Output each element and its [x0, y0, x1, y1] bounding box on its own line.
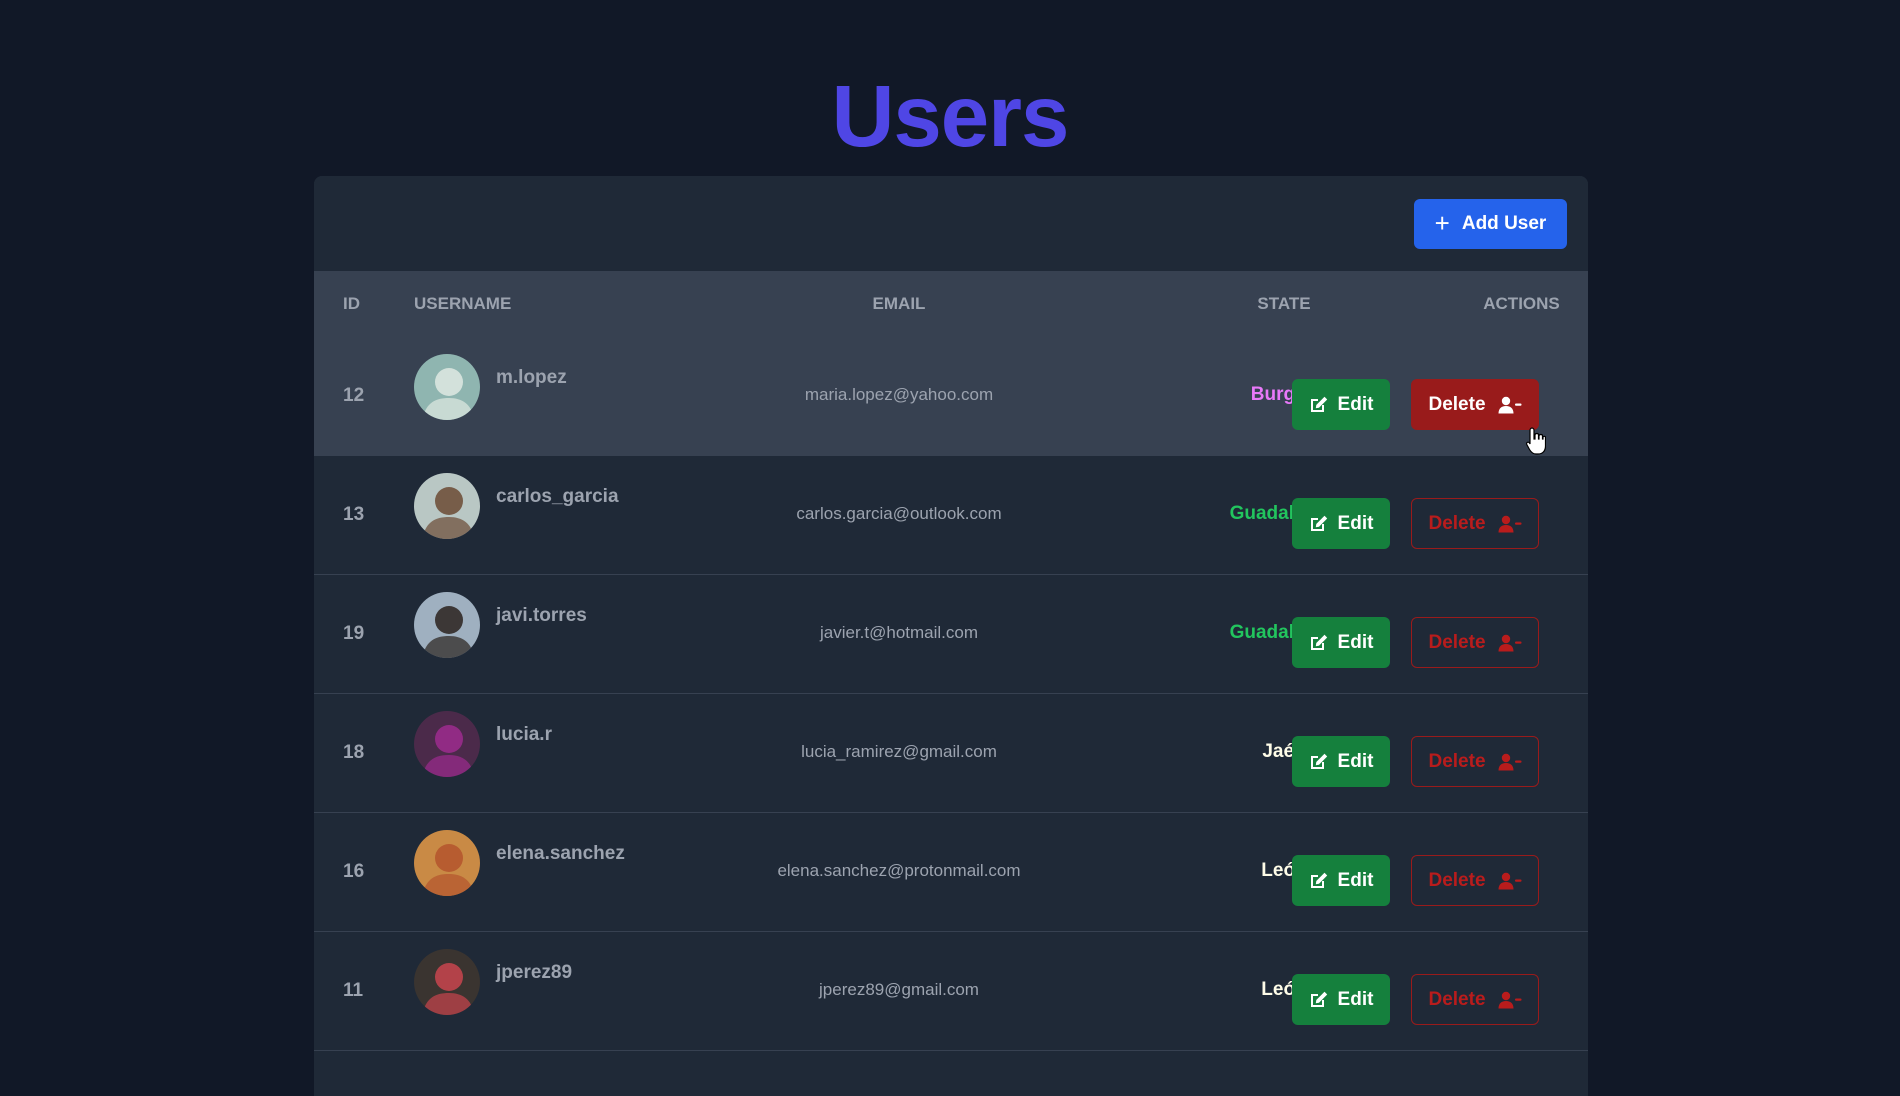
- add-user-button[interactable]: + Add User: [1414, 199, 1567, 249]
- avatar: [414, 711, 480, 777]
- table-row: 16 elena.sanchez elena.sanchez@protonmail.…: [314, 813, 1588, 932]
- edit-label: Edit: [1337, 393, 1374, 415]
- header-actions: ACTIONS: [1483, 294, 1560, 313]
- page-title: Users: [831, 68, 1070, 165]
- username: lucia.r: [496, 724, 552, 745]
- delete-button[interactable]: Delete: [1411, 855, 1539, 906]
- edit-icon: [1309, 991, 1328, 1008]
- edit-label: Edit: [1337, 988, 1374, 1010]
- user-id: 12: [343, 385, 365, 406]
- users-table-card: + Add User ID USERNAME EMAIL STATE ACTIO…: [314, 176, 1588, 1096]
- edit-icon: [1309, 872, 1328, 889]
- edit-button[interactable]: Edit: [1292, 498, 1390, 549]
- delete-label: Delete: [1428, 512, 1486, 534]
- header-username: USERNAME: [414, 294, 512, 313]
- edit-icon: [1309, 753, 1328, 770]
- username: jperez89: [496, 962, 573, 983]
- email: lucia_ramirez@gmail.com: [801, 742, 997, 761]
- edit-label: Edit: [1337, 631, 1374, 653]
- header-email: EMAIL: [872, 294, 926, 313]
- edit-label: Edit: [1337, 750, 1374, 772]
- table-body: 12 m.lopez maria.lopez@yahoo.com Burgos Edit…: [314, 337, 1588, 1051]
- delete-label: Delete: [1428, 988, 1486, 1010]
- table-toolbar: + Add User: [314, 176, 1588, 271]
- table-row: 18 lucia.r lucia_ramirez@gmail.com Jaén Edit…: [314, 694, 1588, 813]
- user-id: 16: [343, 861, 365, 882]
- table-row: 12 m.lopez maria.lopez@yahoo.com Burgos Edit…: [314, 337, 1588, 456]
- edit-icon: [1309, 634, 1328, 651]
- user-minus-icon: [1498, 753, 1522, 771]
- avatar: [414, 354, 480, 420]
- delete-label: Delete: [1428, 631, 1486, 653]
- user-id: 19: [343, 623, 365, 644]
- user-id: 11: [343, 980, 364, 1001]
- user-id: 13: [343, 504, 365, 525]
- table-row: 11 jperez89 jperez89@gmail.com León Edit Dele…: [314, 932, 1588, 1051]
- user-id: 18: [343, 742, 365, 763]
- email: javier.t@hotmail.com: [819, 623, 979, 642]
- table-row: 13 carlos_garcia carlos.garcia@outlook.com…: [314, 456, 1588, 575]
- delete-label: Delete: [1428, 750, 1486, 772]
- delete-button[interactable]: Delete: [1411, 498, 1539, 549]
- username: elena.sanchez: [496, 843, 625, 864]
- delete-button[interactable]: Delete: [1411, 379, 1539, 430]
- avatar: [414, 830, 480, 896]
- edit-label: Edit: [1337, 512, 1374, 534]
- edit-icon: [1309, 396, 1328, 413]
- delete-label: Delete: [1428, 869, 1486, 891]
- table-header: ID USERNAME EMAIL STATE ACTIONS: [314, 271, 1588, 337]
- plus-icon: +: [1434, 208, 1450, 238]
- delete-button[interactable]: Delete: [1411, 617, 1539, 668]
- user-minus-icon: [1498, 515, 1522, 533]
- avatar: [414, 949, 480, 1015]
- edit-button[interactable]: Edit: [1292, 617, 1390, 668]
- username: m.lopez: [496, 367, 567, 388]
- table-row: 19 javi.torres javier.t@hotmail.com Guadala…: [314, 575, 1588, 694]
- avatar: [414, 473, 480, 539]
- email: carlos.garcia@outlook.com: [796, 504, 1002, 523]
- edit-button[interactable]: Edit: [1292, 855, 1390, 906]
- edit-icon: [1309, 515, 1328, 532]
- delete-button[interactable]: Delete: [1411, 974, 1539, 1025]
- user-minus-icon: [1498, 396, 1522, 414]
- delete-label: Delete: [1428, 393, 1486, 415]
- user-minus-icon: [1498, 991, 1522, 1009]
- username: javi.torres: [496, 605, 587, 626]
- avatar: [414, 592, 480, 658]
- email: jperez89@gmail.com: [819, 980, 979, 999]
- email: elena.sanchez@protonmail.com: [777, 861, 1021, 880]
- edit-button[interactable]: Edit: [1292, 379, 1390, 430]
- edit-button[interactable]: Edit: [1292, 974, 1390, 1025]
- edit-label: Edit: [1337, 869, 1374, 891]
- edit-button[interactable]: Edit: [1292, 736, 1390, 787]
- username: carlos_garcia: [496, 486, 619, 507]
- add-user-label: Add User: [1461, 213, 1547, 234]
- user-minus-icon: [1498, 872, 1522, 890]
- user-minus-icon: [1498, 634, 1522, 652]
- delete-button[interactable]: Delete: [1411, 736, 1539, 787]
- header-id: ID: [343, 294, 360, 313]
- header-state-label: STATE: [1257, 294, 1311, 313]
- users-table: ID USERNAME EMAIL STATE ACTIONS 12 m.lope…: [314, 271, 1588, 1051]
- email: maria.lopez@yahoo.com: [804, 385, 994, 404]
